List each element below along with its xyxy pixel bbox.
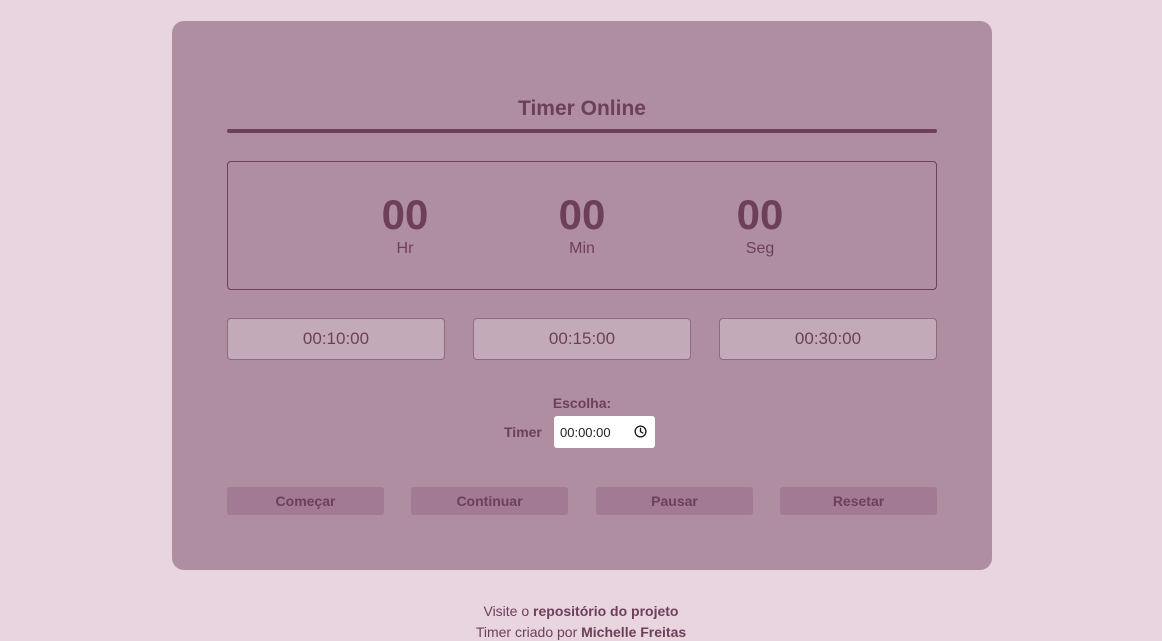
title-divider — [227, 129, 937, 133]
minutes-unit: 00 Min — [522, 192, 642, 259]
timer-input-label: Timer — [504, 424, 542, 440]
clock-icon[interactable] — [634, 425, 647, 438]
repo-link[interactable]: repositório do projeto — [533, 603, 678, 619]
choose-heading: Escolha: — [552, 395, 612, 411]
reset-button[interactable]: Resetar — [780, 487, 937, 515]
preset-10min-button[interactable]: 00:10:00 — [227, 318, 445, 360]
start-button[interactable]: Começar — [227, 487, 384, 515]
countdown-display: 00 Hr 00 Min 00 Seg — [227, 161, 937, 290]
seconds-unit: 00 Seg — [700, 192, 820, 259]
pause-button[interactable]: Pausar — [596, 487, 753, 515]
seconds-label: Seg — [745, 240, 775, 257]
author-link[interactable]: Michelle Freitas — [581, 624, 686, 640]
preset-15min-button[interactable]: 00:15:00 — [473, 318, 691, 360]
preset-30min-button[interactable]: 00:30:00 — [719, 318, 937, 360]
hours-value: 00 — [381, 191, 429, 238]
page-title: Timer Online — [518, 97, 646, 120]
footer-credit-text: Timer criado por — [475, 624, 578, 640]
footer-visit-text: Visite o — [483, 603, 530, 619]
timer-card: Timer Online 00 Hr 00 Min 00 Seg 00:10:0… — [172, 21, 992, 570]
continue-button[interactable]: Continuar — [411, 487, 568, 515]
timer-time-input[interactable]: 00:00:00 — [554, 416, 655, 448]
minutes-value: 00 — [558, 191, 606, 238]
minutes-label: Min — [569, 240, 595, 257]
footer-credit-line: Timer criado por Michelle Freitas — [0, 624, 1162, 640]
footer-repo-line: Visite o repositório do projeto — [0, 603, 1162, 619]
hours-unit: 00 Hr — [345, 192, 465, 259]
timer-input-value: 00:00:00 — [560, 424, 611, 440]
seconds-value: 00 — [736, 191, 784, 238]
hours-label: Hr — [396, 240, 414, 257]
